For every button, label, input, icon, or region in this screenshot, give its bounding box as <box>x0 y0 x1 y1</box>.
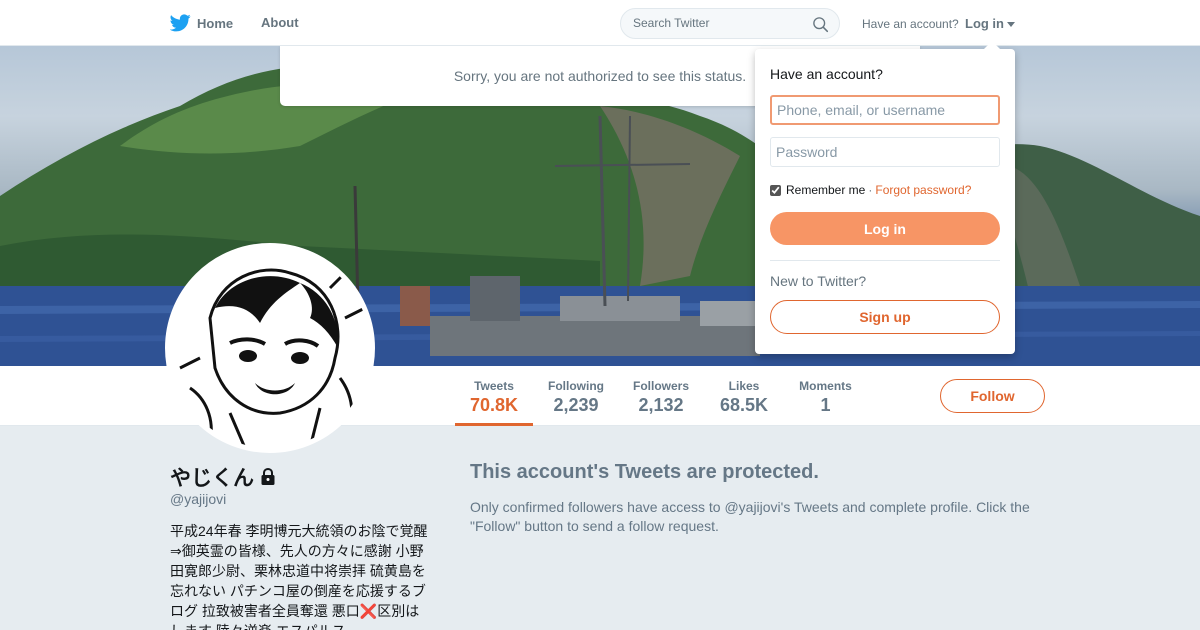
username-field[interactable] <box>770 95 1000 125</box>
remember-me[interactable]: Remember me · Forgot password? <box>770 183 971 197</box>
separator-dot: · <box>868 183 873 197</box>
stat-followers[interactable]: Followers 2,132 <box>626 366 696 426</box>
new-to-twitter-text: New to Twitter? <box>770 273 867 289</box>
have-account-text: Have an account? <box>862 17 959 31</box>
forgot-password-link[interactable]: Forgot password? <box>875 183 971 197</box>
lock-icon <box>261 468 275 485</box>
stat-value: 68.5K <box>719 395 769 415</box>
password-field[interactable] <box>770 137 1000 167</box>
stat-value: 2,239 <box>553 395 599 415</box>
stat-label: Following <box>548 379 604 393</box>
login-button[interactable]: Log in <box>770 212 1000 245</box>
signup-button[interactable]: Sign up <box>770 300 1000 334</box>
stat-moments[interactable]: Moments 1 <box>793 366 858 426</box>
top-navigation: Home About Have an account? Log in <box>0 0 1200 46</box>
search-box <box>620 8 840 39</box>
stat-label: Moments <box>799 379 852 393</box>
stat-value: 1 <box>820 395 831 415</box>
stat-likes[interactable]: Likes 68.5K <box>713 366 775 426</box>
profile-bio: 平成24年春 李明博元大統領のお陰で覚醒⇒御英霊の皆様、先人の方々に感謝 小野田… <box>170 523 428 630</box>
protected-title: This account's Tweets are protected. <box>470 461 819 483</box>
stat-tweets[interactable]: Tweets 70.8K <box>455 366 533 426</box>
profile-name-line: やじくん <box>170 462 276 492</box>
login-dropdown-title: Have an account? <box>770 66 883 82</box>
divider <box>770 260 1000 261</box>
profile-handle[interactable]: @yajijovi <box>170 491 226 507</box>
home-link[interactable]: Home <box>170 13 233 33</box>
stat-label: Tweets <box>474 379 514 393</box>
avatar[interactable] <box>165 243 375 453</box>
home-label: Home <box>197 15 234 31</box>
twitter-bird-icon <box>170 14 191 32</box>
login-dropdown-toggle[interactable]: Log in <box>965 16 1015 31</box>
about-link[interactable]: About <box>261 15 299 30</box>
stat-value: 70.8K <box>469 395 519 415</box>
login-dropdown: Have an account? Remember me · Forgot pa… <box>755 41 1015 354</box>
avatar-image <box>179 268 366 448</box>
remember-me-checkbox[interactable] <box>770 184 781 196</box>
profile-name: やじくん <box>170 467 254 490</box>
search-icon[interactable] <box>812 16 829 33</box>
login-toggle-label: Log in <box>965 16 1004 31</box>
caret-down-icon <box>1007 21 1015 27</box>
remember-me-label: Remember me <box>786 183 866 197</box>
stat-label: Followers <box>632 379 689 393</box>
search-input[interactable] <box>633 16 803 30</box>
protected-text: Only confirmed followers have access to … <box>470 499 1030 534</box>
stat-value: 2,132 <box>638 395 684 415</box>
follow-button[interactable]: Follow <box>940 379 1045 413</box>
stat-label: Likes <box>728 379 760 393</box>
stat-following[interactable]: Following 2,239 <box>541 366 611 426</box>
